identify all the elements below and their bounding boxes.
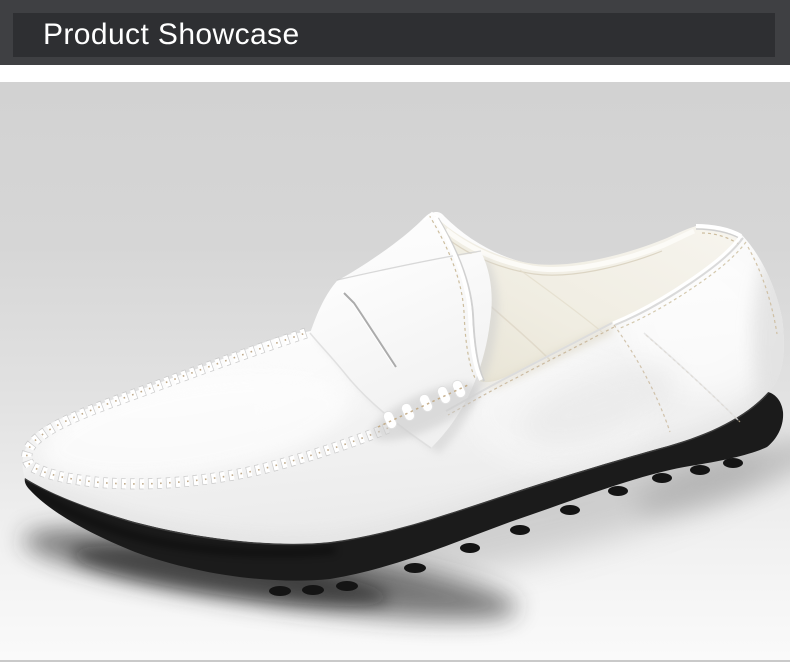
banner-title-bar: Product Showcase: [13, 13, 775, 57]
banner: Product Showcase: [0, 0, 790, 65]
product-photo: [0, 82, 790, 662]
banner-divider: [0, 65, 790, 82]
page-title: Product Showcase: [13, 13, 775, 57]
shoe-illustration: [0, 82, 790, 660]
